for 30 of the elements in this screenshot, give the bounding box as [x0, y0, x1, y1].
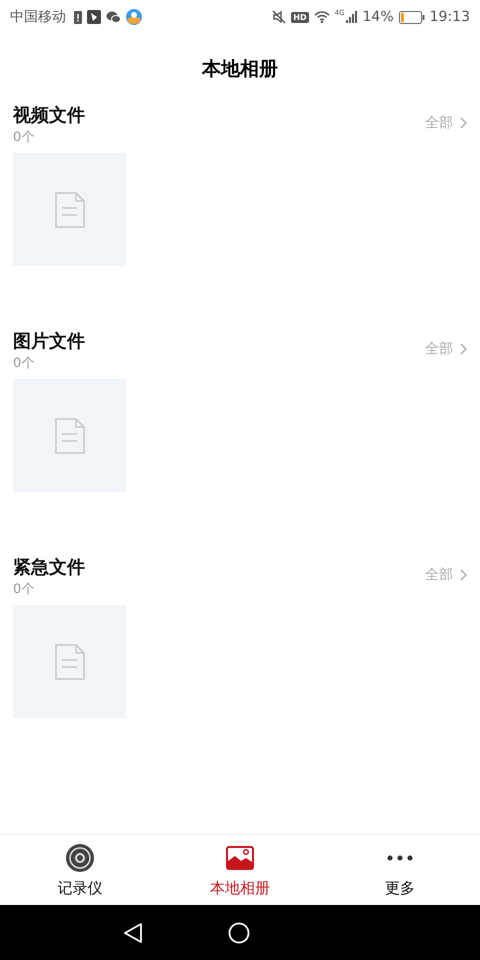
section-title: 视频文件 — [13, 104, 85, 128]
chevron-right-icon — [460, 117, 467, 129]
page-title: 本地相册 — [202, 57, 278, 82]
battery-alert-icon — [74, 10, 82, 24]
app-logo-icon — [126, 9, 142, 25]
mute-icon — [272, 10, 286, 24]
hd-badge: HD — [291, 12, 309, 22]
signal-icon — [346, 11, 358, 23]
home-icon[interactable] — [228, 922, 250, 944]
chevron-right-icon — [460, 569, 467, 581]
more-icon — [386, 854, 414, 862]
chat-icon — [106, 11, 121, 23]
battery-percent: 14% — [362, 9, 394, 25]
clock: 19:13 — [430, 9, 470, 25]
document-icon — [54, 644, 84, 680]
battery-icon — [398, 10, 425, 24]
document-icon — [54, 418, 84, 454]
document-icon — [54, 192, 84, 228]
section-title: 图片文件 — [13, 330, 85, 354]
file-count: 0个 — [13, 129, 36, 147]
camera-lens-icon — [65, 842, 95, 872]
carrier-name: 中国移动 — [10, 8, 66, 26]
back-icon[interactable] — [123, 922, 143, 944]
app-notification-icon — [87, 10, 101, 24]
section-title: 紧急文件 — [13, 556, 85, 580]
file-count: 0个 — [13, 355, 36, 373]
wifi-icon — [314, 11, 330, 23]
image-icon — [226, 846, 254, 870]
file-count: 0个 — [13, 581, 36, 599]
chevron-right-icon — [460, 343, 467, 355]
